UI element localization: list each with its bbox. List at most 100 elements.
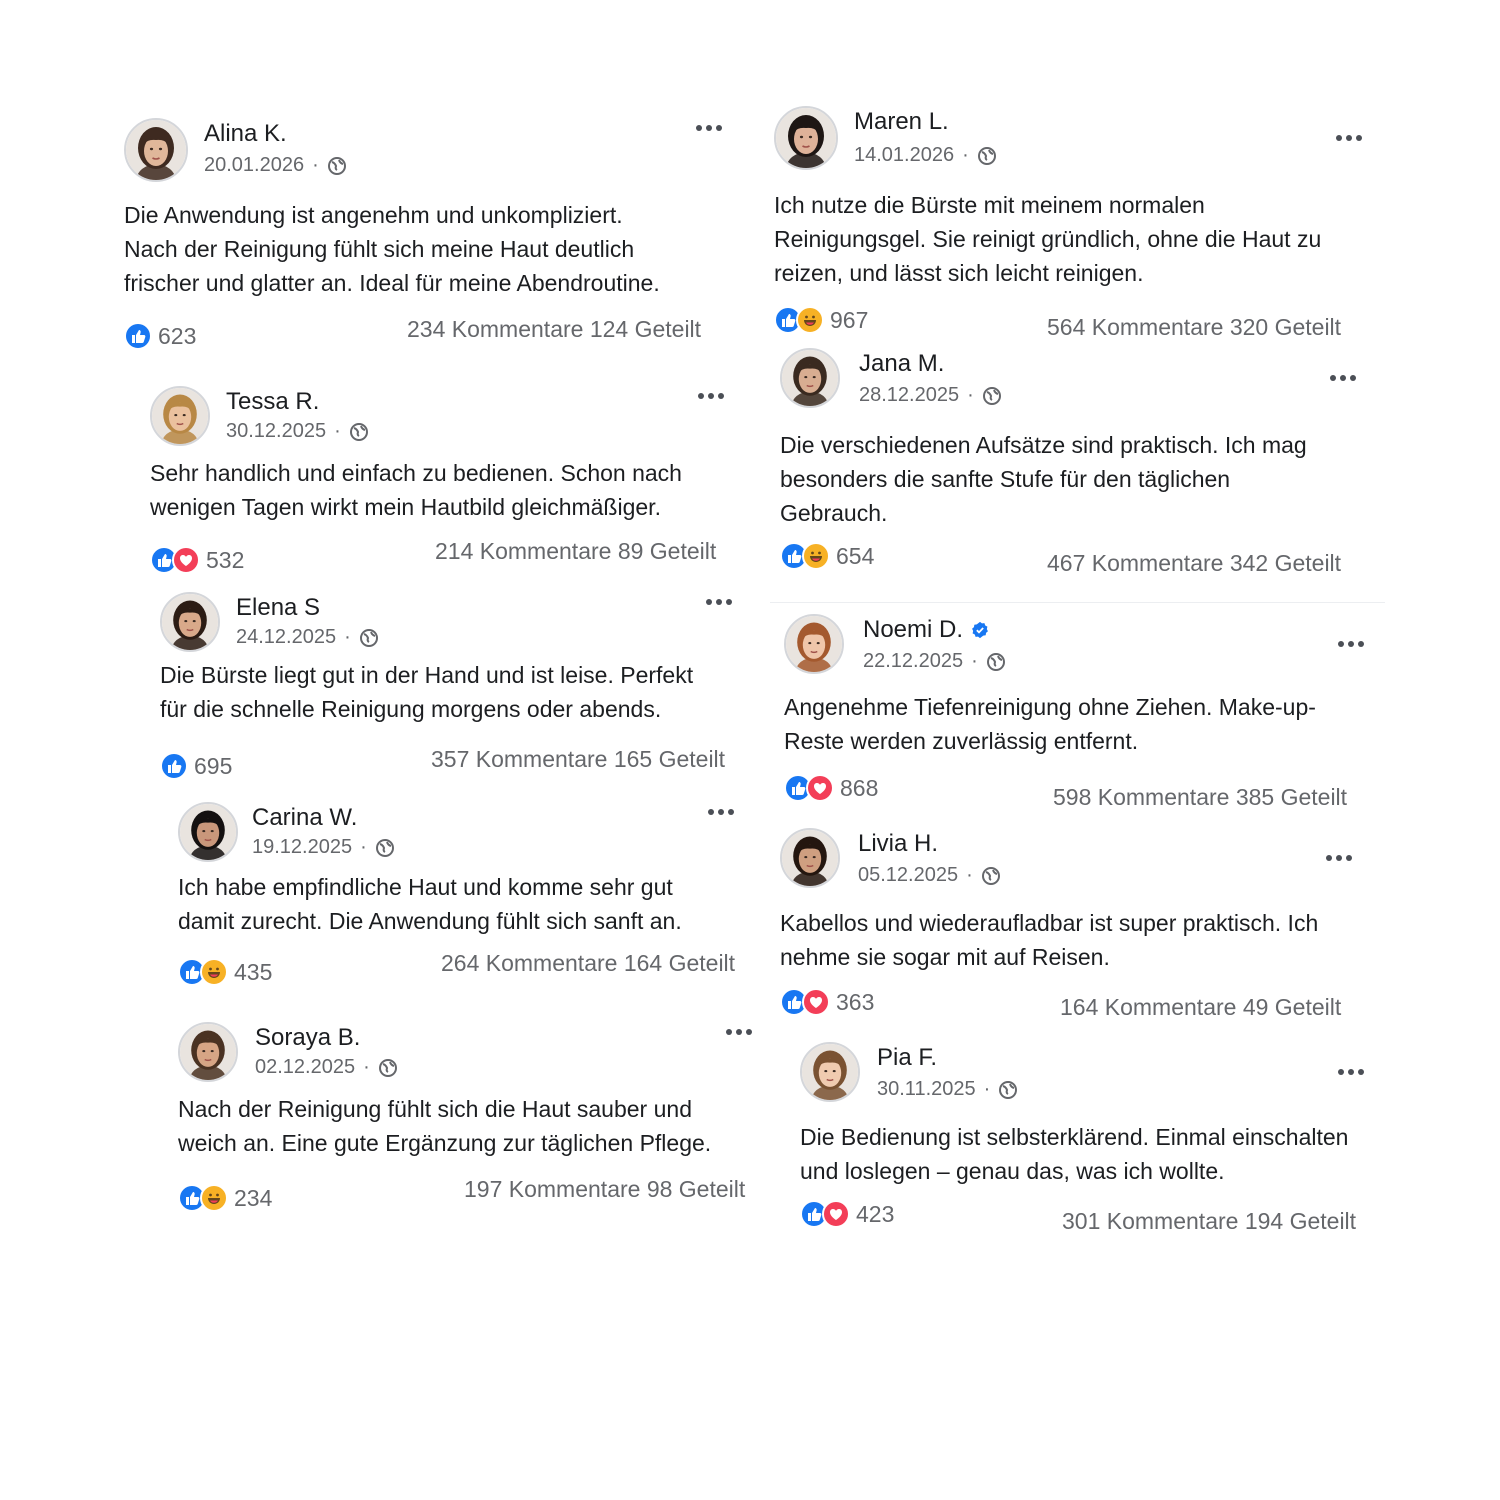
- avatar-portrait: [786, 616, 842, 672]
- post-date[interactable]: 24.12.2025: [236, 626, 336, 649]
- post-text: Die verschiedenen Aufsätze sind praktisc…: [780, 432, 1307, 526]
- author-name[interactable]: Elena S: [236, 594, 320, 622]
- reaction-count[interactable]: 423: [856, 1201, 894, 1228]
- reaction-count[interactable]: 532: [206, 547, 244, 574]
- reaction-summary[interactable]: 623: [124, 322, 196, 350]
- comments-shares[interactable]: 164 Kommentare 49 Geteilt: [1060, 994, 1341, 1021]
- comments-shares[interactable]: 234 Kommentare 124 Geteilt: [407, 316, 701, 343]
- post-meta: 02.12.2025 ·: [255, 1056, 398, 1079]
- avatar-portrait: [802, 1044, 858, 1100]
- comments-shares[interactable]: 301 Kommentare 194 Geteilt: [1062, 1208, 1356, 1235]
- post-text: Ich nutze die Bürste mit meinem normalen…: [774, 192, 1322, 286]
- reaction-summary[interactable]: 532: [150, 546, 244, 574]
- author-name[interactable]: Jana M.: [859, 350, 944, 378]
- author-name[interactable]: Tessa R.: [226, 388, 319, 416]
- comments-shares[interactable]: 264 Kommentare 164 Geteilt: [441, 950, 735, 977]
- more-options-icon[interactable]: [1330, 368, 1362, 382]
- reaction-summary[interactable]: 435: [178, 958, 272, 986]
- reaction-summary[interactable]: 868: [784, 774, 878, 802]
- avatar-portrait: [782, 830, 838, 886]
- post-text: Kabellos und wiederaufladbar ist super p…: [780, 910, 1319, 970]
- post-text: Die Anwendung ist angenehm und unkompliz…: [124, 202, 660, 296]
- author-name[interactable]: Livia H.: [858, 830, 938, 858]
- reaction-summary[interactable]: 423: [800, 1200, 894, 1228]
- post-meta: 30.12.2025 ·: [226, 420, 369, 443]
- verified-badge-icon: [972, 621, 988, 639]
- comments-shares[interactable]: 357 Kommentare 165 Geteilt: [431, 746, 725, 773]
- comments-shares[interactable]: 197 Kommentare 98 Geteilt: [464, 1176, 745, 1203]
- avatar[interactable]: [784, 614, 844, 674]
- reaction-summary[interactable]: 363: [780, 988, 874, 1016]
- author-name[interactable]: Soraya B.: [255, 1024, 360, 1052]
- more-options-icon[interactable]: [706, 592, 738, 606]
- post-text: Die Bürste liegt gut in der Hand und ist…: [160, 662, 694, 722]
- love-reaction-icon: [822, 1200, 850, 1228]
- more-options-icon[interactable]: [696, 118, 728, 132]
- section-divider: [770, 602, 1385, 603]
- avatar-portrait: [180, 804, 236, 860]
- author-name-text[interactable]: Noemi D.: [863, 616, 963, 644]
- globe-icon: [349, 422, 369, 442]
- avatar[interactable]: [178, 802, 238, 862]
- haha-reaction-icon: [200, 958, 228, 986]
- reaction-summary[interactable]: 654: [780, 542, 874, 570]
- reaction-summary[interactable]: 695: [160, 752, 232, 780]
- globe-icon: [986, 652, 1006, 672]
- avatar-portrait: [776, 108, 836, 168]
- globe-icon: [982, 386, 1002, 406]
- post-date[interactable]: 30.11.2025: [877, 1078, 976, 1101]
- avatar[interactable]: [780, 828, 840, 888]
- more-options-icon[interactable]: [1338, 1062, 1370, 1076]
- reaction-count[interactable]: 654: [836, 543, 874, 570]
- more-options-icon[interactable]: [726, 1022, 758, 1036]
- avatar[interactable]: [774, 106, 838, 170]
- reaction-summary[interactable]: 234: [178, 1184, 272, 1212]
- reaction-count[interactable]: 967: [830, 307, 868, 334]
- reaction-summary[interactable]: 967: [774, 306, 868, 334]
- author-name[interactable]: Pia F.: [877, 1044, 937, 1072]
- more-options-icon[interactable]: [1326, 848, 1358, 862]
- avatar[interactable]: [160, 592, 220, 652]
- author-name[interactable]: Alina K.: [204, 120, 287, 148]
- post-date[interactable]: 05.12.2025: [858, 864, 958, 887]
- globe-icon: [998, 1080, 1018, 1100]
- post-date[interactable]: 30.12.2025: [226, 420, 326, 443]
- author-name[interactable]: Maren L.: [854, 108, 949, 136]
- reaction-count[interactable]: 868: [840, 775, 878, 802]
- author-name: Noemi D.: [863, 616, 989, 644]
- more-options-icon[interactable]: [1336, 128, 1368, 142]
- comments-shares[interactable]: 564 Kommentare 320 Geteilt: [1047, 314, 1341, 341]
- avatar[interactable]: [150, 386, 210, 446]
- post-meta: 20.01.2026 ·: [204, 154, 347, 177]
- more-options-icon[interactable]: [698, 386, 730, 400]
- globe-icon: [378, 1058, 398, 1078]
- reaction-count[interactable]: 623: [158, 323, 196, 350]
- more-options-icon[interactable]: [708, 802, 740, 816]
- avatar[interactable]: [178, 1022, 238, 1082]
- post-meta: 19.12.2025 ·: [252, 836, 395, 859]
- post-meta: 28.12.2025 ·: [859, 384, 1002, 407]
- post-date[interactable]: 22.12.2025: [863, 650, 963, 673]
- post-date[interactable]: 14.01.2026: [854, 144, 954, 167]
- more-options-icon[interactable]: [1338, 634, 1370, 648]
- avatar[interactable]: [124, 118, 188, 182]
- comments-shares[interactable]: 598 Kommentare 385 Geteilt: [1053, 784, 1347, 811]
- post-meta: 14.01.2026 ·: [854, 144, 997, 167]
- comments-shares[interactable]: 467 Kommentare 342 Geteilt: [1047, 550, 1341, 577]
- love-reaction-icon: [802, 988, 830, 1016]
- author-name[interactable]: Carina W.: [252, 804, 357, 832]
- reaction-count[interactable]: 435: [234, 959, 272, 986]
- reaction-count[interactable]: 695: [194, 753, 232, 780]
- reaction-count[interactable]: 234: [234, 1185, 272, 1212]
- post-date[interactable]: 19.12.2025: [252, 836, 352, 859]
- comments-shares[interactable]: 214 Kommentare 89 Geteilt: [435, 538, 716, 565]
- avatar[interactable]: [780, 348, 840, 408]
- avatar[interactable]: [800, 1042, 860, 1102]
- globe-icon: [981, 866, 1001, 886]
- avatar-portrait: [180, 1024, 236, 1080]
- post-date[interactable]: 02.12.2025: [255, 1056, 355, 1079]
- post-date[interactable]: 20.01.2026: [204, 154, 304, 177]
- reaction-count[interactable]: 363: [836, 989, 874, 1016]
- post-date[interactable]: 28.12.2025: [859, 384, 959, 407]
- globe-icon: [359, 628, 379, 648]
